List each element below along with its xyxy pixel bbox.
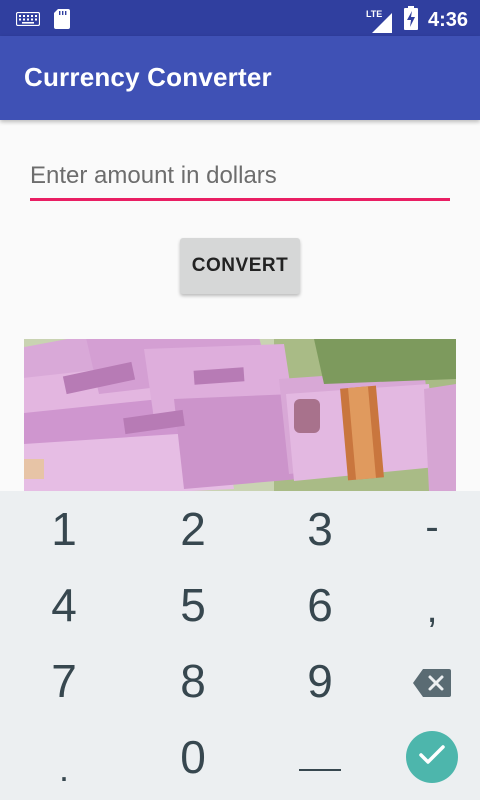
key-1[interactable]: 1 bbox=[24, 499, 104, 559]
status-bar: LTE 4:36 bbox=[0, 0, 480, 36]
amount-input[interactable] bbox=[30, 158, 450, 201]
amount-field-container bbox=[30, 158, 450, 201]
key-0[interactable]: 0 bbox=[153, 727, 233, 787]
key-5[interactable]: 5 bbox=[153, 575, 233, 635]
key-comma[interactable]: , bbox=[396, 579, 468, 639]
status-time: 4:36 bbox=[427, 9, 468, 31]
numeric-keyboard: 1 2 3 - 4 5 6 , 7 8 9 . 0 bbox=[0, 491, 480, 800]
key-minus[interactable]: - bbox=[396, 497, 468, 557]
space-key[interactable] bbox=[290, 727, 350, 787]
app-title: Currency Converter bbox=[24, 62, 272, 92]
key-3[interactable]: 3 bbox=[280, 499, 360, 559]
convert-button[interactable]: CONVERT bbox=[180, 238, 300, 294]
key-7[interactable]: 7 bbox=[24, 651, 104, 711]
rupee-banknotes-image bbox=[24, 339, 456, 491]
app-bar: Currency Converter bbox=[0, 36, 480, 120]
key-9[interactable]: 9 bbox=[280, 651, 360, 711]
key-6[interactable]: 6 bbox=[280, 575, 360, 635]
signal-icon: LTE bbox=[366, 9, 394, 33]
keyboard-icon bbox=[15, 11, 41, 31]
key-8[interactable]: 8 bbox=[153, 651, 233, 711]
key-period[interactable]: . bbox=[24, 739, 104, 799]
space-icon bbox=[298, 730, 342, 784]
key-2[interactable]: 2 bbox=[153, 499, 233, 559]
backspace-key[interactable] bbox=[400, 651, 464, 711]
sd-card-icon bbox=[54, 9, 70, 34]
battery-charging-icon bbox=[403, 6, 418, 35]
done-key[interactable] bbox=[406, 731, 458, 783]
done-check-icon bbox=[418, 744, 446, 771]
backspace-icon bbox=[413, 654, 451, 708]
key-4[interactable]: 4 bbox=[24, 575, 104, 635]
